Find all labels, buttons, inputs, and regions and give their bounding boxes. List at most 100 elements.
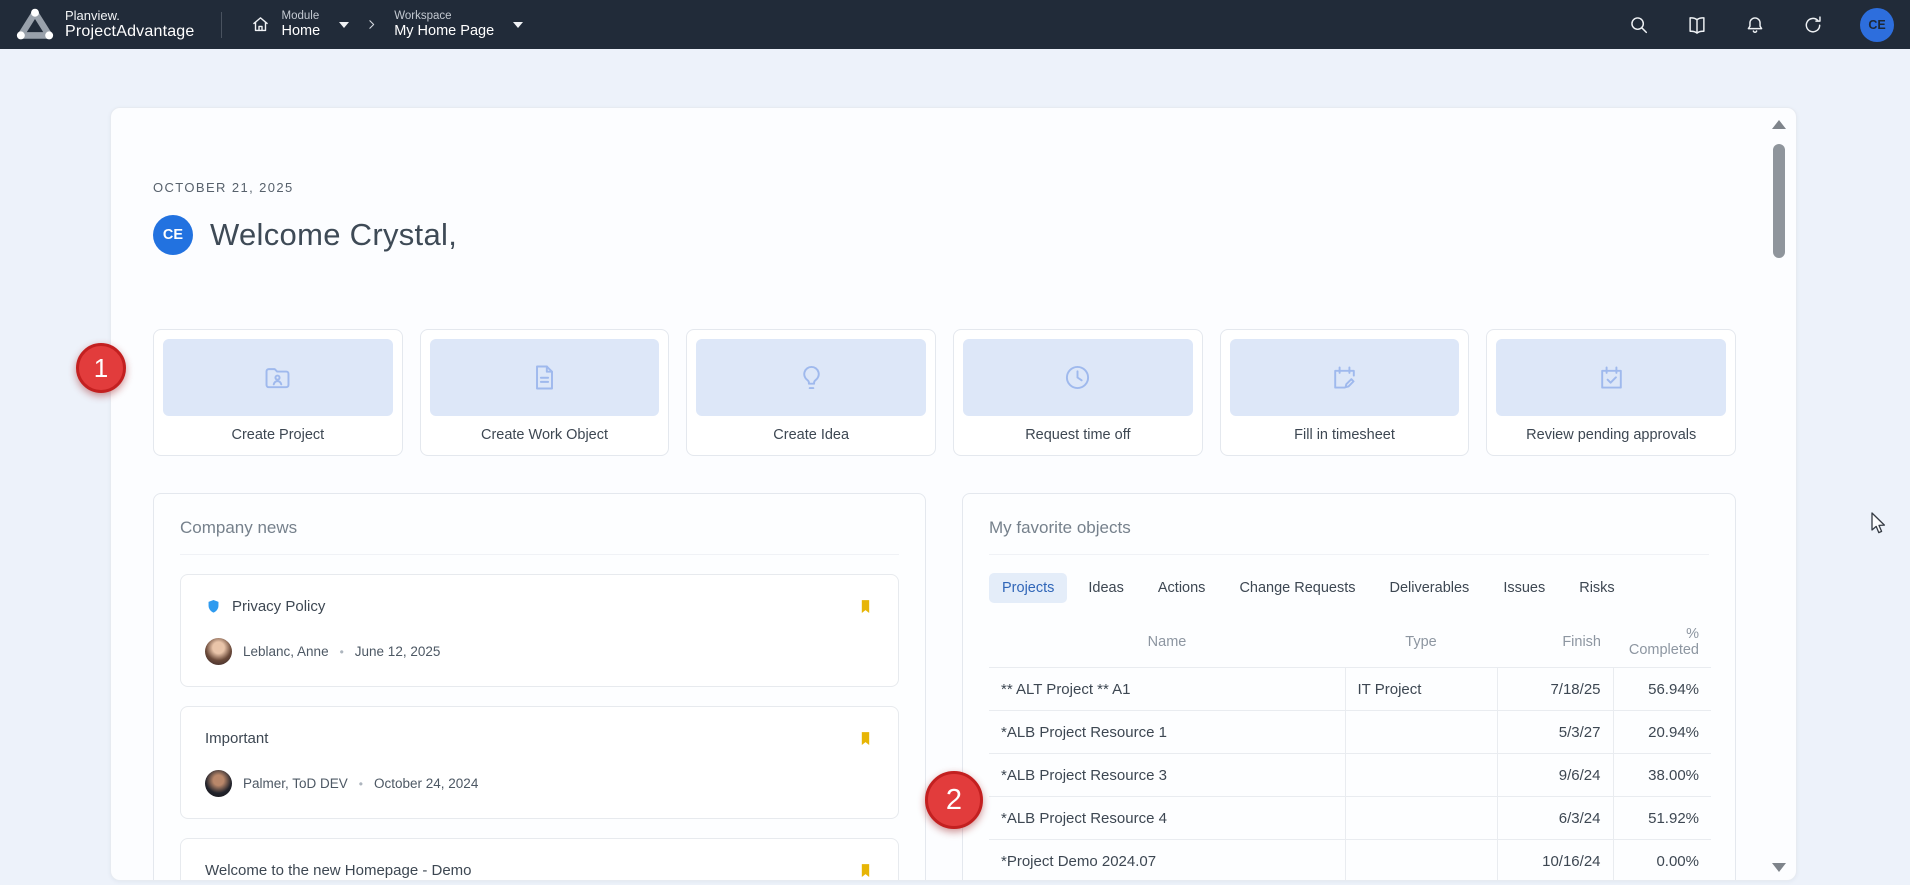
scrollbar-up-arrow[interactable] <box>1772 120 1786 129</box>
news-title: Privacy Policy <box>232 598 325 615</box>
brand-line2: ProjectAdvantage <box>65 23 195 40</box>
favorites-panel: My favorite objects Projects Ideas Actions… <box>962 493 1736 881</box>
create-project-icon <box>262 362 293 393</box>
cell-completed: 51.92% <box>1613 797 1711 840</box>
news-title: Important <box>205 730 268 747</box>
scrollbar-thumb[interactable] <box>1773 144 1785 258</box>
brand-line1: Planview. <box>65 9 195 23</box>
quick-action-label: Request time off <box>963 427 1193 443</box>
bookmark-icon[interactable] <box>857 596 874 617</box>
table-row[interactable]: *ALB Project Resource 1 5/3/2720.94% <box>989 711 1711 754</box>
cell-finish: 5/3/27 <box>1497 711 1613 754</box>
news-date: October 24, 2024 <box>374 776 478 791</box>
cell-completed: 0.00% <box>1613 840 1711 882</box>
quick-action-label: Review pending approvals <box>1496 427 1726 443</box>
cell-type <box>1345 711 1497 754</box>
home-icon <box>250 14 271 35</box>
annotation-badge-1: 1 <box>76 343 126 393</box>
notifications-icon[interactable] <box>1744 14 1766 36</box>
cell-name: *Project Demo 2024.07 <box>989 840 1345 882</box>
create-work-object-icon <box>529 362 560 393</box>
cell-completed: 56.94% <box>1613 668 1711 711</box>
table-row[interactable]: *ALB Project Resource 39/6/2438.00% <box>989 754 1711 797</box>
bookmark-icon[interactable] <box>857 728 874 749</box>
request-time-off-icon <box>1062 362 1093 393</box>
cell-finish: 10/16/24 <box>1497 840 1613 882</box>
tab-issues[interactable]: Issues <box>1490 573 1558 603</box>
news-item[interactable]: Important Palmer, ToD DEV • October 24, … <box>180 706 899 819</box>
tab-projects[interactable]: Projects <box>989 573 1067 603</box>
fill-timesheet-icon <box>1329 362 1360 393</box>
quick-action-card[interactable]: Review pending approvals <box>1486 329 1736 456</box>
quick-action-label: Fill in timesheet <box>1230 427 1460 443</box>
tab-actions[interactable]: Actions <box>1145 573 1219 603</box>
company-news-title: Company news <box>180 518 899 555</box>
news-item[interactable]: Welcome to the new Homepage - Demo <box>180 838 899 881</box>
news-author: Palmer, ToD DEV <box>243 776 348 791</box>
column-header-name[interactable]: Name <box>989 617 1345 668</box>
cell-type <box>1345 797 1497 840</box>
favorites-table: NameTypeFinish% Completed ** ALT Project… <box>989 617 1711 881</box>
planview-logo[interactable]: Planview. ProjectAdvantage <box>16 8 195 42</box>
favorites-tabs: Projects Ideas ActionsChange Requests Deliv… <box>989 573 1709 603</box>
scrollbar-down-arrow[interactable] <box>1772 863 1786 872</box>
favorites-title: My favorite objects <box>989 518 1709 555</box>
cell-type: IT Project <box>1345 668 1497 711</box>
table-row[interactable]: ** ALT Project ** A1IT Project7/18/2556.… <box>989 668 1711 711</box>
quick-action-label: Create Idea <box>696 427 926 443</box>
tab-change-requests[interactable]: Change Requests <box>1226 573 1368 603</box>
quick-action-card[interactable]: Request time off <box>953 329 1203 456</box>
tab-ideas[interactable]: Ideas <box>1075 573 1136 603</box>
quick-action-card[interactable]: Create Idea <box>686 329 936 456</box>
author-avatar <box>205 770 232 797</box>
news-title: Welcome to the new Homepage - Demo <box>205 862 472 879</box>
company-news-panel: Company news Privacy Policy Leblanc, Ann… <box>153 493 926 881</box>
workspace-breadcrumb[interactable]: Workspace My Home Page <box>388 6 529 43</box>
top-navbar: Planview. ProjectAdvantage Module Home W… <box>0 0 1910 49</box>
table-row[interactable]: *Project Demo 2024.07 10/16/240.00% <box>989 840 1711 882</box>
bookmark-icon[interactable] <box>857 860 874 881</box>
refresh-icon[interactable] <box>1802 14 1824 36</box>
cell-completed: 38.00% <box>1613 754 1711 797</box>
tab-risks[interactable]: Risks <box>1566 573 1627 603</box>
quick-action-label: Create Project <box>163 427 393 443</box>
quick-action-card[interactable]: Fill in timesheet <box>1220 329 1470 456</box>
news-date: June 12, 2025 <box>355 644 441 659</box>
current-date: OCTOBER 21, 2025 <box>153 180 1736 195</box>
cell-name: ** ALT Project ** A1 <box>989 668 1345 711</box>
planview-triangle-icon <box>16 8 54 42</box>
quick-action-card[interactable]: Create Work Object <box>420 329 670 456</box>
author-avatar <box>205 638 232 665</box>
chevron-down-icon[interactable] <box>339 22 349 28</box>
module-label: Module <box>282 10 321 22</box>
navbar-divider <box>221 12 222 38</box>
tab-deliverables[interactable]: Deliverables <box>1377 573 1483 603</box>
news-author: Leblanc, Anne <box>243 644 329 659</box>
search-icon[interactable] <box>1628 14 1650 36</box>
workspace-value: My Home Page <box>394 23 494 39</box>
cell-finish: 9/6/24 <box>1497 754 1613 797</box>
workspace-label: Workspace <box>394 10 494 22</box>
column-header-finish[interactable]: Finish <box>1497 617 1613 668</box>
shield-icon <box>205 597 222 616</box>
quick-action-card[interactable]: Create Project <box>153 329 403 456</box>
greeting-text: Welcome Crystal, <box>210 217 457 253</box>
home-page-card: OCTOBER 21, 2025 CE Welcome Crystal, Cre… <box>110 107 1797 881</box>
column-header-type[interactable]: Type <box>1345 617 1497 668</box>
create-idea-icon <box>796 362 827 393</box>
cell-type <box>1345 754 1497 797</box>
news-list: Privacy Policy Leblanc, Anne • June 12, … <box>180 574 899 881</box>
user-avatar[interactable]: CE <box>1860 8 1894 42</box>
module-value: Home <box>282 23 321 39</box>
news-item[interactable]: Privacy Policy Leblanc, Anne • June 12, … <box>180 574 899 687</box>
greeting-avatar: CE <box>153 215 193 255</box>
cell-completed: 20.94% <box>1613 711 1711 754</box>
table-row[interactable]: *ALB Project Resource 46/3/2451.92% <box>989 797 1711 840</box>
column-header--completed[interactable]: % Completed <box>1613 617 1711 668</box>
chevron-right-icon <box>365 18 378 31</box>
book-icon[interactable] <box>1686 14 1708 36</box>
chevron-down-icon[interactable] <box>513 22 523 28</box>
cell-name: *ALB Project Resource 1 <box>989 711 1345 754</box>
module-breadcrumb[interactable]: Module Home <box>244 6 356 43</box>
table-header-row: NameTypeFinish% Completed <box>989 617 1711 668</box>
